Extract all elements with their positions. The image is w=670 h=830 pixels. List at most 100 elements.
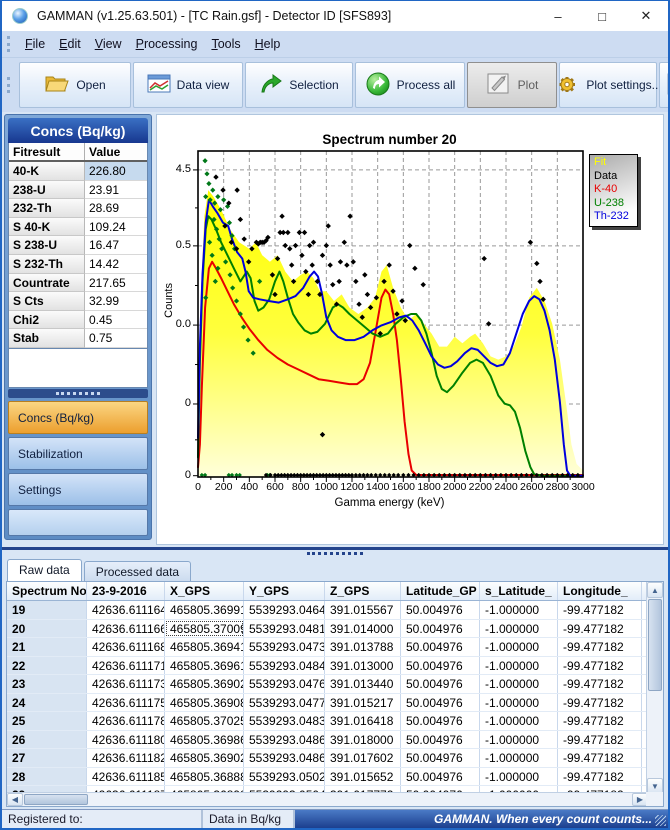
fitresult-row[interactable]: S 40-K109.24 — [9, 218, 147, 237]
maximize-button[interactable]: □ — [580, 1, 624, 31]
grid-cell[interactable]: -1.000000 — [480, 731, 558, 749]
grid-cell[interactable]: 42636.611166 — [87, 620, 165, 638]
grid-column-header[interactable]: Z_GPS — [325, 582, 401, 600]
grid-cell[interactable]: 42636.611182 — [87, 749, 165, 767]
menu-edit[interactable]: Edit — [52, 33, 88, 55]
grid-cell[interactable]: 42636.611168 — [87, 638, 165, 656]
data-view-button[interactable]: Data view — [133, 62, 243, 108]
plot-settings-button[interactable]: Plot settings... — [559, 62, 657, 108]
tab-raw-data[interactable]: Raw data — [7, 559, 82, 581]
grid-cell[interactable]: 50.004976 — [401, 657, 480, 675]
menu-processing[interactable]: Processing — [129, 33, 205, 55]
view-button[interactable]: View — [659, 62, 670, 108]
row-header-cell[interactable]: 21 — [7, 638, 87, 656]
grid-cell[interactable]: 465805.36888 — [165, 768, 244, 786]
grid-cell[interactable]: 465805.36961 — [165, 657, 244, 675]
fitresult-row[interactable]: 238-U23.91 — [9, 181, 147, 200]
grid-cell[interactable]: -1.000000 — [480, 601, 558, 619]
horizontal-splitter[interactable] — [2, 547, 668, 557]
row-header-cell[interactable]: 25 — [7, 712, 87, 730]
open-button[interactable]: Open — [19, 62, 131, 108]
row-header-cell[interactable]: 24 — [7, 694, 87, 712]
grid-cell[interactable]: -1.000000 — [480, 694, 558, 712]
grid-cell[interactable]: 465805.37025 — [165, 712, 244, 730]
grid-cell[interactable]: 42636.611171 — [87, 657, 165, 675]
menu-tools[interactable]: Tools — [204, 33, 247, 55]
grid-cell[interactable]: 465805.36986 — [165, 731, 244, 749]
grid-column-header[interactable]: X_GPS — [165, 582, 244, 600]
grid-cell[interactable]: 5539293.0476 — [244, 675, 325, 693]
grid-cell[interactable]: -1.000000 — [480, 638, 558, 656]
grid-cell[interactable]: -99.477182 — [558, 768, 642, 786]
grid-cell[interactable]: 5539293.0483 — [244, 712, 325, 730]
grid-column-header[interactable]: Longitude_ — [558, 582, 642, 600]
row-header-cell[interactable]: 19 — [7, 601, 87, 619]
sidebar-item-concs[interactable]: Concs (Bq/kg) — [8, 401, 148, 434]
close-button[interactable]: ✕ — [624, 1, 668, 31]
selection-button[interactable]: Selection — [245, 62, 353, 108]
grid-cell[interactable]: 42636.611164 — [87, 601, 165, 619]
grid-cell[interactable]: 5539293.0473 — [244, 638, 325, 656]
grid-cell[interactable]: -1.000000 — [480, 768, 558, 786]
sidebar-splitter[interactable] — [8, 389, 148, 398]
grid-cell[interactable]: 42636.611175 — [87, 694, 165, 712]
grid-cell[interactable]: 42636.611185 — [87, 768, 165, 786]
grid-cell[interactable]: 465805.37009 — [165, 620, 244, 638]
grid-cell[interactable]: 465805.36908 — [165, 694, 244, 712]
grid-cell[interactable]: 465805.36941 — [165, 638, 244, 656]
grid-cell[interactable]: 391.013440 — [325, 675, 401, 693]
grid-cell[interactable]: -99.477182 — [558, 638, 642, 656]
grid-cell[interactable]: -1.000000 — [480, 620, 558, 638]
grid-column-header[interactable]: 23-9-2016 — [87, 582, 165, 600]
grid-cell[interactable]: 50.004976 — [401, 638, 480, 656]
sidebar-item-stabilization[interactable]: Stabilization — [8, 437, 148, 470]
grid-cell[interactable]: 42636.611180 — [87, 731, 165, 749]
fitresult-row[interactable]: Countrate217.65 — [9, 274, 147, 293]
horizontal-scroll-thumb[interactable] — [24, 794, 88, 805]
grid-cell[interactable]: -99.477182 — [558, 749, 642, 767]
menu-help[interactable]: Help — [248, 33, 288, 55]
grid-cell[interactable]: 50.004976 — [401, 712, 480, 730]
horizontal-scrollbar[interactable]: ◀ ▶ — [7, 792, 648, 806]
grid-cell[interactable]: 465805.36902 — [165, 675, 244, 693]
fitresult-row[interactable]: Stab0.75 — [9, 329, 147, 348]
grid-cell[interactable]: 50.004976 — [401, 694, 480, 712]
grid-cell[interactable]: 391.013788 — [325, 638, 401, 656]
grid-cell[interactable]: -1.000000 — [480, 657, 558, 675]
grid-cell[interactable]: -99.477182 — [558, 620, 642, 638]
grid-cell[interactable]: 5539293.0502 — [244, 768, 325, 786]
row-header-cell[interactable]: 20 — [7, 620, 87, 638]
grid-cell[interactable]: -99.477182 — [558, 657, 642, 675]
grid-cell[interactable]: 5539293.0486 — [244, 731, 325, 749]
grid-cell[interactable]: 5539293.0486 — [244, 749, 325, 767]
menu-file[interactable]: File — [18, 33, 52, 55]
grid-cell[interactable]: 5539293.0464 — [244, 601, 325, 619]
row-header-cell[interactable]: 28 — [7, 768, 87, 786]
grid-cell[interactable]: 50.004976 — [401, 620, 480, 638]
grid-cell[interactable]: 465805.36902 — [165, 749, 244, 767]
grid-cell[interactable]: 42636.611178 — [87, 712, 165, 730]
fitresult-row[interactable]: 40-K226.80 — [9, 162, 147, 181]
grid-cell[interactable]: 42636.611173 — [87, 675, 165, 693]
grid-cell[interactable]: -99.477182 — [558, 694, 642, 712]
grid-cell[interactable]: 5539293.0477 — [244, 694, 325, 712]
grid-cell[interactable]: 50.004976 — [401, 731, 480, 749]
grid-cell[interactable]: 391.017602 — [325, 749, 401, 767]
grid-cell[interactable]: 391.015217 — [325, 694, 401, 712]
grid-cell[interactable]: 50.004976 — [401, 749, 480, 767]
grid-cell[interactable]: -99.477182 — [558, 601, 642, 619]
grid-cell[interactable]: 391.014000 — [325, 620, 401, 638]
process-all-button[interactable]: Process all — [355, 62, 465, 108]
grid-column-header[interactable]: Y_GPS — [244, 582, 325, 600]
toolbar-grip[interactable] — [7, 77, 10, 93]
sidebar-item-settings[interactable]: Settings — [8, 473, 148, 506]
sidebar-item-empty[interactable] — [8, 509, 148, 536]
grid-cell[interactable]: 50.004976 — [401, 675, 480, 693]
vertical-scrollbar[interactable]: ▲ ▼ — [646, 582, 663, 794]
row-header-cell[interactable]: 27 — [7, 749, 87, 767]
grid-cell[interactable]: -99.477182 — [558, 675, 642, 693]
grid-cell[interactable]: 5539293.0484 — [244, 657, 325, 675]
grid-column-header[interactable]: s_Latitude_ — [480, 582, 558, 600]
fitresult-row[interactable]: S 238-U16.47 — [9, 236, 147, 255]
grid-column-header[interactable]: Spectrum No — [7, 582, 87, 600]
